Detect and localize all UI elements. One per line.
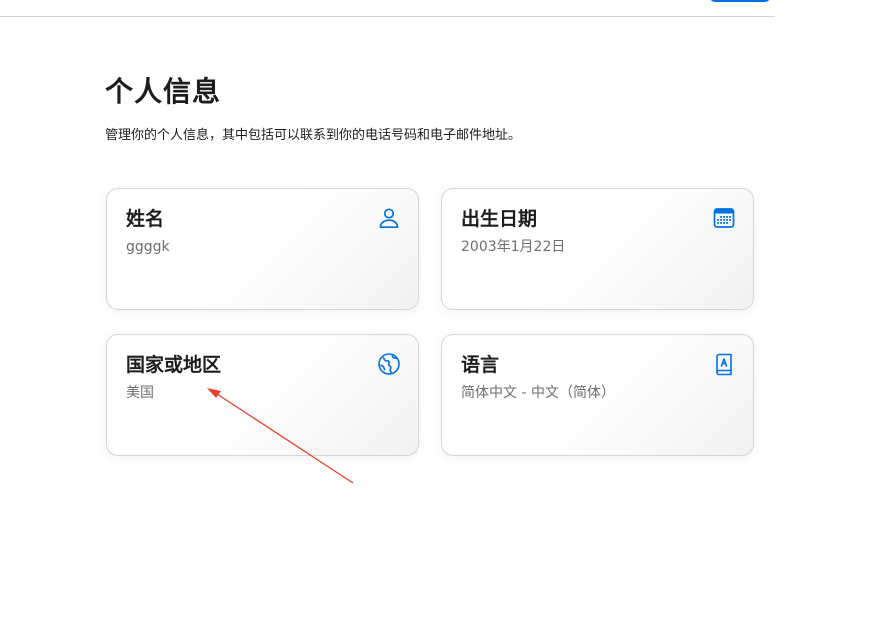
- personal-info-page: 个人信息 管理你的个人信息，其中包括可以联系到你的电话号码和电子邮件地址。 姓名…: [0, 0, 881, 628]
- name-card-title: 姓名: [126, 208, 165, 230]
- header-divider: [0, 16, 775, 17]
- country-region-card[interactable]: 国家或地区 美国: [106, 334, 419, 456]
- language-card-title: 语言: [461, 354, 500, 376]
- language-card-value: 简体中文 - 中文（简体）: [461, 385, 615, 401]
- language-book-icon: [712, 352, 736, 376]
- birthday-card-value: 2003年1月22日: [461, 239, 566, 255]
- language-card[interactable]: 语言 简体中文 - 中文（简体）: [441, 334, 754, 456]
- name-card[interactable]: 姓名 ggggk: [106, 188, 419, 310]
- name-card-value: ggggk: [126, 239, 170, 255]
- country-region-card-title: 国家或地区: [126, 354, 222, 376]
- person-icon: [377, 206, 401, 230]
- page-title: 个人信息: [105, 75, 222, 108]
- globe-icon: [377, 352, 401, 376]
- birthday-card-title: 出生日期: [461, 208, 538, 230]
- country-region-card-value: 美国: [126, 385, 154, 401]
- calendar-icon: [712, 206, 736, 230]
- page-subtitle: 管理你的个人信息，其中包括可以联系到你的电话号码和电子邮件地址。: [105, 128, 522, 143]
- birthday-card[interactable]: 出生日期 2003年1月22日: [441, 188, 754, 310]
- header-action-button[interactable]: [708, 0, 772, 2]
